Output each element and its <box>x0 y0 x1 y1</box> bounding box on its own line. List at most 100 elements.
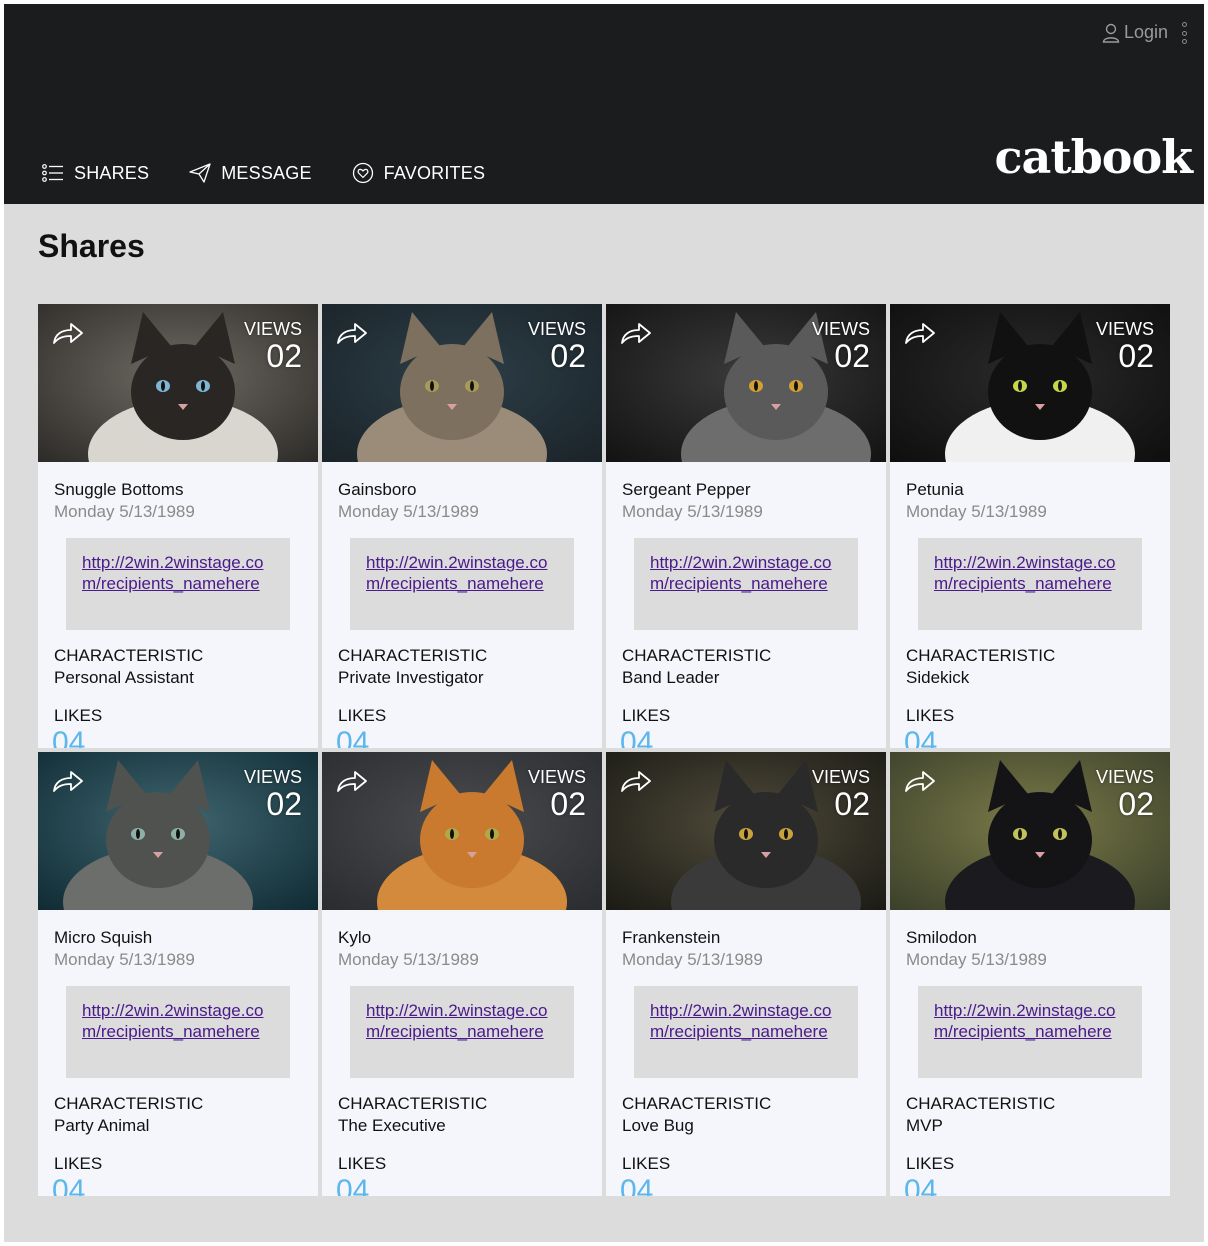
characteristic-label: CHARACTERISTIC <box>338 646 488 665</box>
views-label: VIEWS <box>811 767 870 787</box>
likes-label: LIKES <box>338 706 387 725</box>
paper-plane-icon <box>189 163 211 183</box>
cat-photo[interactable]: VIEWS 02 <box>38 752 318 910</box>
link-box: http://2win.2winstage.com/recipients_nam… <box>918 986 1142 1078</box>
share-date: Monday 5/13/1989 <box>54 502 195 521</box>
views-label: VIEWS <box>243 319 302 339</box>
likes-label: LIKES <box>906 1154 955 1173</box>
cat-name: Sergeant Pepper <box>622 480 751 499</box>
likes-value: 04 <box>620 726 654 749</box>
link-box: http://2win.2winstage.com/recipients_nam… <box>66 986 290 1078</box>
cat-photo[interactable]: VIEWS 02 <box>322 304 602 462</box>
likes-label: LIKES <box>622 1154 671 1173</box>
share-date: Monday 5/13/1989 <box>338 502 479 521</box>
likes-label: LIKES <box>622 706 671 725</box>
cat-photo[interactable]: VIEWS 02 <box>38 304 318 462</box>
views-counter: VIEWS 02 <box>244 320 302 372</box>
nav-favorites-label: FAVORITES <box>383 162 486 183</box>
share-icon[interactable] <box>620 770 652 794</box>
cat-photo[interactable]: VIEWS 02 <box>890 752 1170 910</box>
cat-name: Snuggle Bottoms <box>54 480 184 499</box>
views-value: 02 <box>266 338 302 374</box>
views-counter: VIEWS 02 <box>528 768 586 820</box>
share-date: Monday 5/13/1989 <box>54 950 195 969</box>
recipient-link[interactable]: http://2win.2winstage.com/recipients_nam… <box>934 553 1115 593</box>
share-card: VIEWS 02 Petunia Monday 5/13/1989 http:/… <box>890 304 1170 748</box>
likes-value: 04 <box>336 1174 370 1197</box>
characteristic-value: Band Leader <box>622 668 720 687</box>
views-label: VIEWS <box>1095 319 1154 339</box>
share-icon[interactable] <box>336 322 368 346</box>
more-menu-icon[interactable] <box>1180 22 1188 44</box>
recipient-link[interactable]: http://2win.2winstage.com/recipients_nam… <box>82 1001 263 1041</box>
share-card: VIEWS 02 Smilodon Monday 5/13/1989 http:… <box>890 752 1170 1196</box>
cat-name: Smilodon <box>906 928 977 947</box>
likes-label: LIKES <box>54 706 103 725</box>
views-label: VIEWS <box>527 767 586 787</box>
characteristic-label: CHARACTERISTIC <box>338 1094 488 1113</box>
nav-shares[interactable]: SHARES <box>42 162 149 184</box>
share-date: Monday 5/13/1989 <box>906 502 1047 521</box>
share-icon[interactable] <box>52 322 84 346</box>
nav-message-label: MESSAGE <box>221 162 312 183</box>
cat-name: Petunia <box>906 480 964 499</box>
user-icon <box>1102 23 1120 43</box>
login-button[interactable]: Login <box>1102 22 1168 43</box>
characteristic-label: CHARACTERISTIC <box>906 646 1056 665</box>
cat-photo[interactable]: VIEWS 02 <box>322 752 602 910</box>
recipient-link[interactable]: http://2win.2winstage.com/recipients_nam… <box>650 1001 831 1041</box>
cat-photo[interactable]: VIEWS 02 <box>606 304 886 462</box>
share-date: Monday 5/13/1989 <box>338 950 479 969</box>
likes-value: 04 <box>904 726 938 749</box>
recipient-link[interactable]: http://2win.2winstage.com/recipients_nam… <box>82 553 263 593</box>
cat-name: Gainsboro <box>338 480 417 499</box>
share-icon[interactable] <box>904 322 936 346</box>
link-box: http://2win.2winstage.com/recipients_nam… <box>634 986 858 1078</box>
cat-photo[interactable]: VIEWS 02 <box>890 304 1170 462</box>
share-icon[interactable] <box>620 322 652 346</box>
share-card: VIEWS 02 Kylo Monday 5/13/1989 http://2w… <box>322 752 602 1196</box>
share-card: VIEWS 02 Micro Squish Monday 5/13/1989 h… <box>38 752 318 1196</box>
views-value: 02 <box>550 338 586 374</box>
heart-circle-icon <box>352 162 373 184</box>
views-label: VIEWS <box>527 319 586 339</box>
characteristic-value: Private Investigator <box>338 668 484 687</box>
views-counter: VIEWS 02 <box>1096 320 1154 372</box>
cat-name: Micro Squish <box>54 928 153 947</box>
characteristic-label: CHARACTERISTIC <box>54 1094 204 1113</box>
cat-photo[interactable]: VIEWS 02 <box>606 752 886 910</box>
page-title: Shares <box>38 228 145 264</box>
shares-grid: VIEWS 02 Snuggle Bottoms Monday 5/13/198… <box>38 304 1170 1196</box>
share-icon[interactable] <box>336 770 368 794</box>
nav-message[interactable]: MESSAGE <box>189 162 311 184</box>
share-date: Monday 5/13/1989 <box>906 950 1047 969</box>
views-label: VIEWS <box>811 319 870 339</box>
share-icon[interactable] <box>904 770 936 794</box>
app-frame: Login SHARES MESSAGE FAVORITES catbook S… <box>4 4 1204 1242</box>
characteristic-value: Personal Assistant <box>54 668 194 687</box>
share-icon[interactable] <box>52 770 84 794</box>
characteristic-label: CHARACTERISTIC <box>54 646 204 665</box>
login-label: Login <box>1123 22 1168 42</box>
recipient-link[interactable]: http://2win.2winstage.com/recipients_nam… <box>366 553 547 593</box>
link-box: http://2win.2winstage.com/recipients_nam… <box>350 986 574 1078</box>
likes-label: LIKES <box>54 1154 103 1173</box>
views-value: 02 <box>834 786 870 822</box>
recipient-link[interactable]: http://2win.2winstage.com/recipients_nam… <box>934 1001 1115 1041</box>
views-counter: VIEWS 02 <box>812 768 870 820</box>
likes-value: 04 <box>52 1174 86 1197</box>
top-header: Login SHARES MESSAGE FAVORITES catbook <box>4 4 1204 204</box>
catbook-logo[interactable]: catbook <box>995 130 1193 184</box>
recipient-link[interactable]: http://2win.2winstage.com/recipients_nam… <box>366 1001 547 1041</box>
link-box: http://2win.2winstage.com/recipients_nam… <box>918 538 1142 630</box>
recipient-link[interactable]: http://2win.2winstage.com/recipients_nam… <box>650 553 831 593</box>
views-counter: VIEWS 02 <box>528 320 586 372</box>
characteristic-label: CHARACTERISTIC <box>906 1094 1056 1113</box>
nav-favorites[interactable]: FAVORITES <box>352 162 486 184</box>
characteristic-value: The Executive <box>338 1116 446 1135</box>
characteristic-label: CHARACTERISTIC <box>622 1094 772 1113</box>
views-value: 02 <box>1118 338 1154 374</box>
link-box: http://2win.2winstage.com/recipients_nam… <box>350 538 574 630</box>
characteristic-label: CHARACTERISTIC <box>622 646 772 665</box>
share-date: Monday 5/13/1989 <box>622 950 763 969</box>
